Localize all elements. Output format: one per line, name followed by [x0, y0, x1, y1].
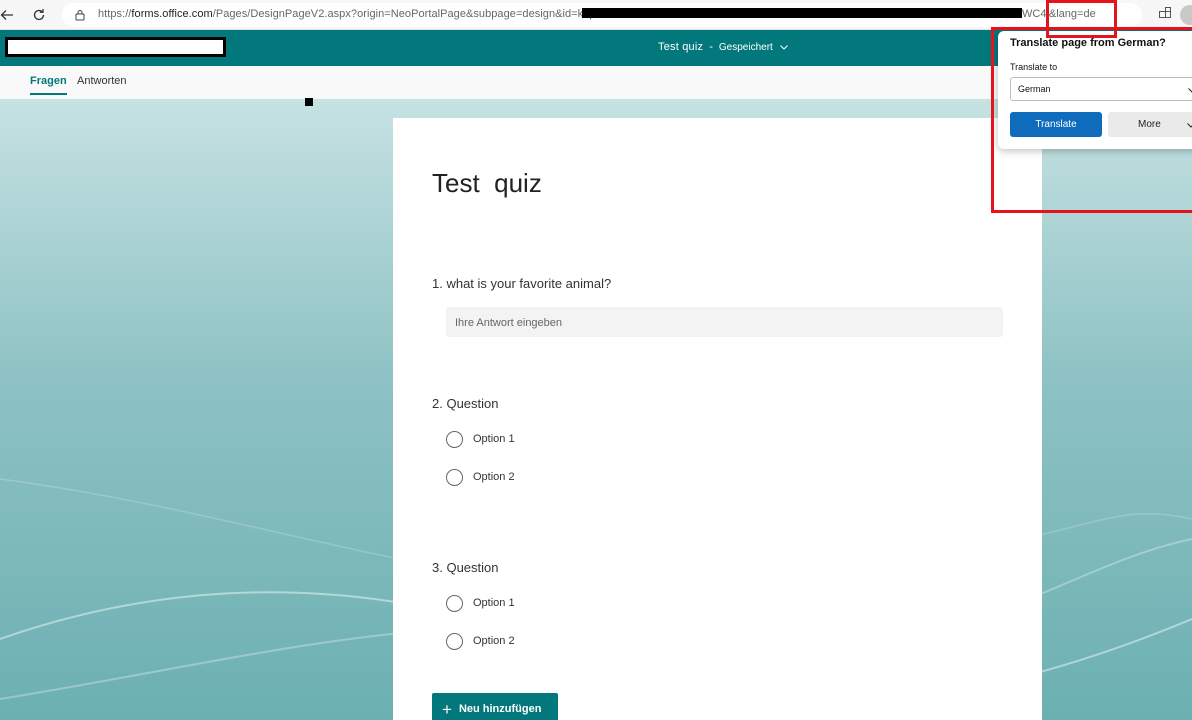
add-new-label: Neu hinzufügen: [458, 703, 542, 715]
header-redaction: [5, 37, 226, 57]
option-label: Option 1: [473, 597, 515, 609]
header-separator: -: [709, 41, 713, 53]
url-host: forms.office.com: [131, 8, 213, 20]
browser-toolbar: https://forms.office.com/Pages/DesignPag…: [0, 0, 1192, 30]
url-redaction: [582, 8, 1022, 18]
form-title-menu[interactable]: Test quiz - Gespeichert: [658, 41, 789, 53]
cursor-marker: [305, 98, 313, 106]
question-3-option-1[interactable]: Option 1: [446, 594, 515, 612]
radio-button[interactable]: [446, 594, 463, 612]
plus-icon: +: [442, 699, 452, 719]
question-1-title[interactable]: 1. what is your favorite animal?: [432, 276, 611, 291]
radio-button[interactable]: [446, 632, 463, 650]
header-form-title: Test quiz: [658, 41, 704, 53]
chevron-down-icon: [779, 45, 788, 50]
reload-icon: [33, 9, 45, 21]
option-label: Option 2: [473, 471, 515, 483]
question-2-option-1[interactable]: Option 1: [446, 430, 515, 448]
question-3-option-2[interactable]: Option 2: [446, 632, 515, 650]
url-text: https://forms.office.com/Pages/DesignPag…: [98, 8, 602, 20]
save-status: Gespeichert: [718, 41, 773, 53]
url-path: /Pages/DesignPageV2.aspx?origin=NeoPorta…: [212, 8, 602, 20]
tab-fragen[interactable]: Fragen: [30, 75, 67, 95]
answer-input[interactable]: Ihre Antwort eingeben: [446, 307, 1003, 337]
form-title[interactable]: Test quiz: [432, 168, 542, 199]
radio-button[interactable]: [446, 468, 463, 486]
arrow-left-icon: [0, 10, 13, 20]
option-label: Option 1: [473, 433, 515, 445]
reload-button[interactable]: [28, 4, 50, 26]
extensions-icon[interactable]: [1158, 7, 1172, 21]
form-card: Test quiz 1. what is your favorite anima…: [393, 118, 1042, 720]
question-2-title[interactable]: 2. Question: [432, 396, 499, 411]
url-scheme: https://: [98, 8, 132, 20]
back-button[interactable]: [0, 4, 18, 26]
screen: https://forms.office.com/Pages/DesignPag…: [0, 0, 1192, 720]
question-2-option-2[interactable]: Option 2: [446, 468, 515, 486]
popup-highlight-box: [991, 27, 1192, 213]
answer-placeholder: Ihre Antwort eingeben: [455, 317, 563, 329]
add-new-button[interactable]: + Neu hinzufügen: [432, 693, 558, 720]
profile-avatar[interactable]: [1180, 5, 1192, 25]
tab-antworten[interactable]: Antworten: [77, 75, 127, 93]
lock-icon: [75, 10, 85, 21]
question-3-title[interactable]: 3. Question: [432, 560, 499, 575]
option-label: Option 2: [473, 635, 515, 647]
radio-button[interactable]: [446, 430, 463, 448]
